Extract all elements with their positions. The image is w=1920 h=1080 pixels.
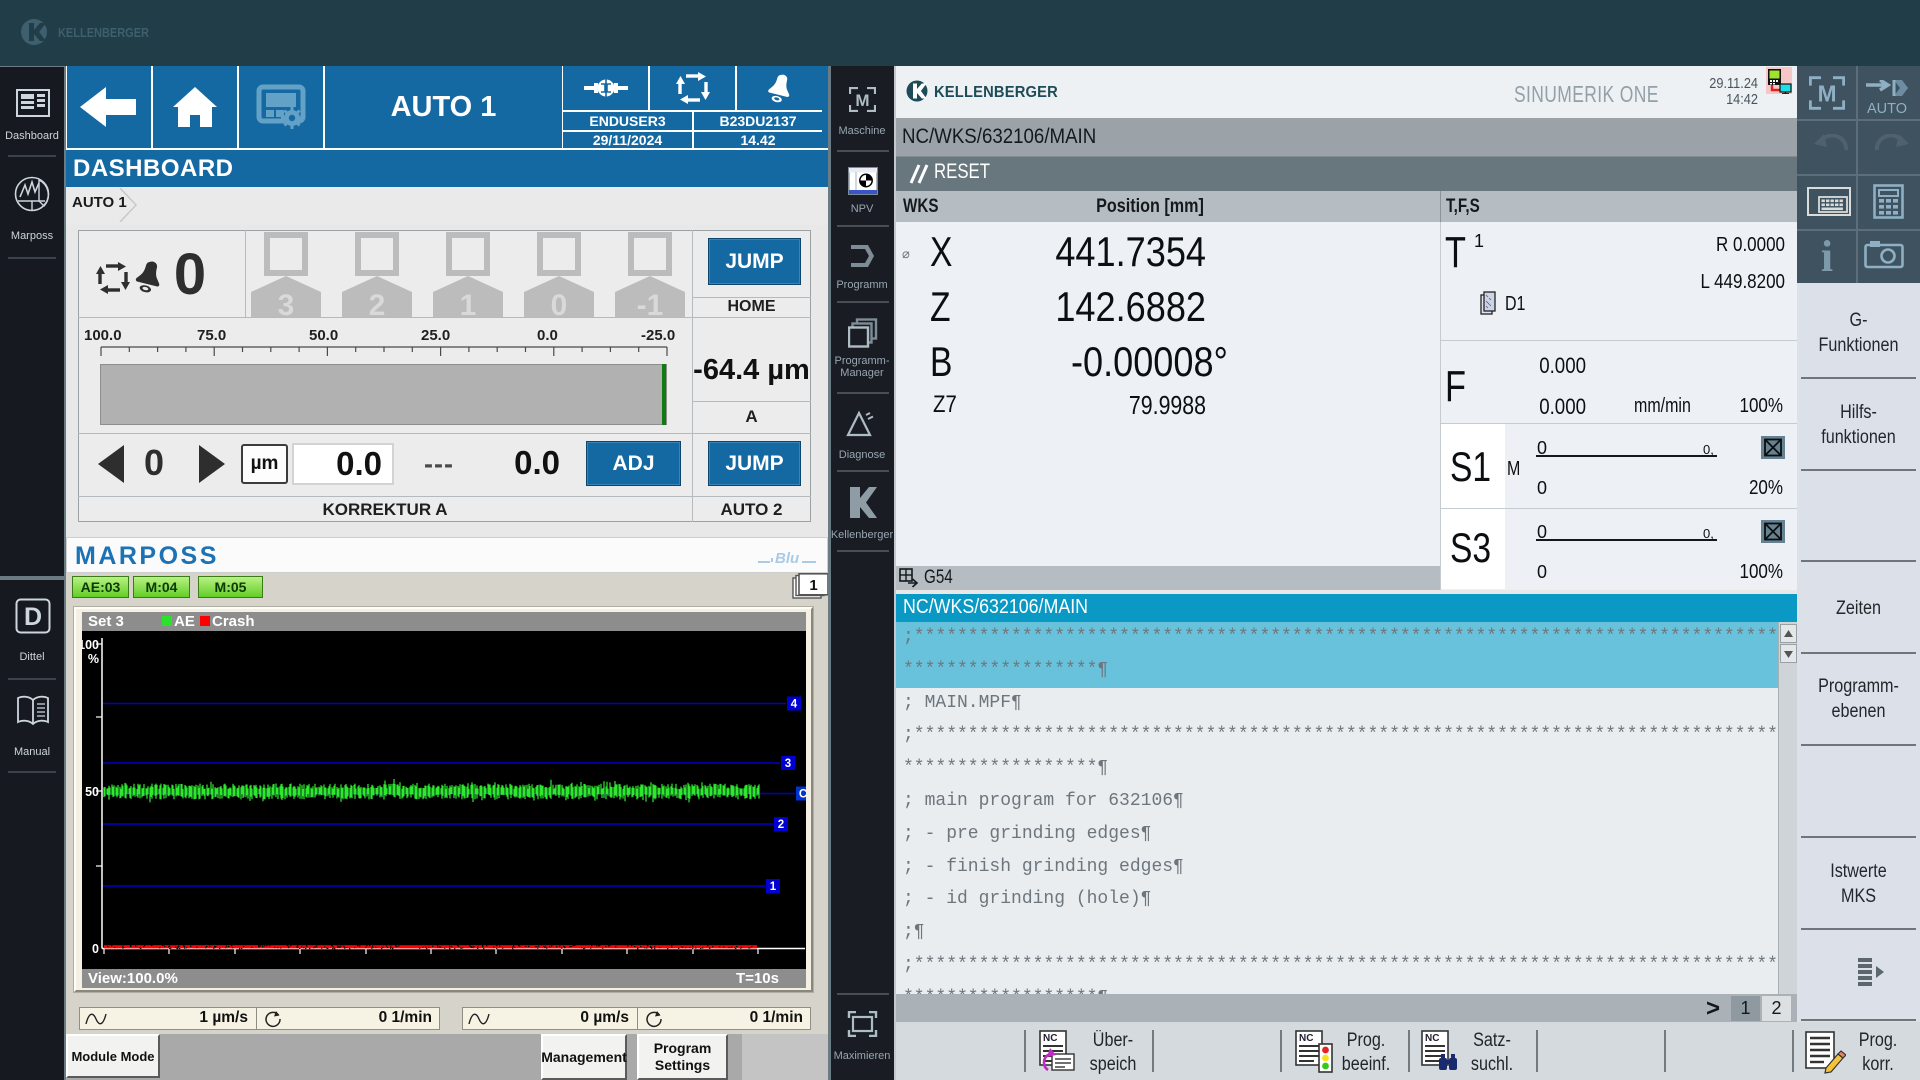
svg-text:3: 3 xyxy=(785,758,791,770)
svg-text:M: M xyxy=(1818,81,1837,107)
svg-text:M: M xyxy=(855,91,869,110)
svg-text:3: 3 xyxy=(278,289,295,317)
svg-text:KELLENBERGER: KELLENBERGER xyxy=(58,26,149,40)
svg-text:D: D xyxy=(24,603,42,631)
svg-text:C: C xyxy=(799,789,806,801)
svg-text:KELLENBERGER: KELLENBERGER xyxy=(934,83,1058,101)
svg-text:2: 2 xyxy=(778,819,784,831)
svg-text:2: 2 xyxy=(369,289,386,317)
svg-text:1: 1 xyxy=(770,881,777,893)
svg-text:%: % xyxy=(88,652,99,666)
svg-text:100: 100 xyxy=(82,638,99,652)
svg-text:50: 50 xyxy=(85,785,99,799)
svg-text:0: 0 xyxy=(551,289,568,317)
svg-text:-1: -1 xyxy=(637,289,664,317)
svg-text:NC: NC xyxy=(1043,1033,1057,1044)
svg-text:NC: NC xyxy=(1425,1033,1439,1044)
svg-text:Blu: Blu xyxy=(775,550,799,566)
svg-text:1: 1 xyxy=(809,577,817,594)
svg-text:0: 0 xyxy=(92,942,99,956)
svg-text:4: 4 xyxy=(791,699,798,711)
svg-text:1: 1 xyxy=(460,289,477,317)
svg-text:NC: NC xyxy=(1299,1033,1313,1044)
svg-text:AUTO: AUTO xyxy=(1867,101,1907,116)
